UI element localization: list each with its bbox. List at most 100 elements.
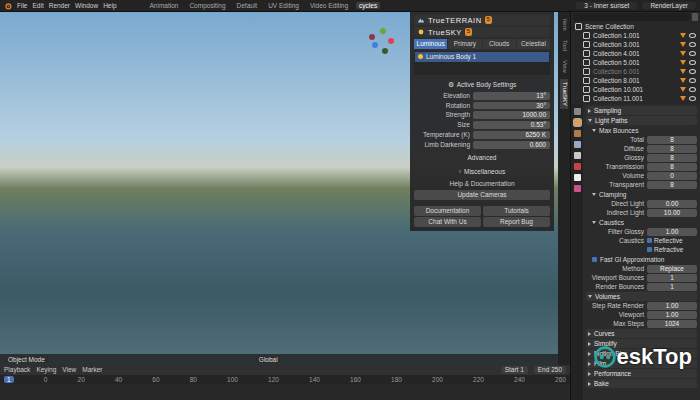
menu-item[interactable]: Window: [75, 2, 98, 10]
panel-header[interactable]: Curves: [586, 329, 697, 338]
number-input[interactable]: 1.00: [647, 311, 697, 319]
timeline-menu[interactable]: View: [62, 366, 76, 374]
number-input[interactable]: 1.00: [647, 228, 697, 236]
number-input[interactable]: 8: [647, 154, 697, 162]
render-preview[interactable]: Object ModeGlobalTrueTERRAIN5TrueSKY5Lum…: [0, 12, 558, 365]
number-input[interactable]: 8: [647, 136, 697, 144]
addon-tab[interactable]: Celestial: [517, 39, 550, 49]
workspace-tab[interactable]: Video Editing: [307, 2, 351, 10]
timeline-area[interactable]: [0, 384, 570, 400]
number-input[interactable]: 8: [647, 163, 697, 171]
number-input[interactable]: 8: [647, 145, 697, 153]
scene-selector[interactable]: 3 - Inner sunset: [576, 2, 637, 10]
checkbox[interactable]: [647, 247, 652, 252]
outliner-row[interactable]: Collection 1.001: [573, 31, 698, 40]
workspace-tab[interactable]: Default: [234, 2, 261, 10]
addon-tab[interactable]: Luminous: [414, 39, 447, 49]
workspace-tab[interactable]: Animation: [147, 2, 182, 10]
world-icon[interactable]: [574, 163, 581, 170]
menu-item[interactable]: File: [17, 2, 27, 10]
misc-header[interactable]: ›Miscellaneous: [414, 168, 550, 178]
menu-item[interactable]: Render: [49, 2, 70, 10]
subpanel-header[interactable]: Fast GI Approximation: [586, 255, 697, 264]
current-frame[interactable]: 1: [4, 376, 14, 384]
panel-header[interactable]: Performance: [586, 369, 697, 378]
panel-header[interactable]: Bake: [586, 379, 697, 388]
timeline-menu[interactable]: Marker: [82, 366, 102, 374]
setting-input[interactable]: 6250 K: [473, 131, 550, 139]
visibility-icon[interactable]: [689, 87, 696, 92]
outliner-row[interactable]: Collection 11.001: [573, 94, 698, 103]
outliner-row[interactable]: Collection 10.001: [573, 85, 698, 94]
advanced-toggle[interactable]: Advanced: [414, 153, 550, 163]
blender-logo-icon[interactable]: [4, 2, 12, 10]
number-input[interactable]: 0: [647, 172, 697, 180]
number-input[interactable]: 8: [647, 181, 697, 189]
sidebar-tab[interactable]: TrueSKY: [560, 79, 567, 109]
outliner-row[interactable]: Collection 5.001: [573, 58, 698, 67]
gizmo-axis[interactable]: [372, 42, 378, 48]
outliner-row[interactable]: Collection 3.001: [573, 40, 698, 49]
render-icon[interactable]: [574, 119, 581, 126]
timeline-menu[interactable]: Playback: [4, 366, 30, 374]
sidebar-tab[interactable]: Item: [560, 16, 567, 34]
setting-input[interactable]: 0.53°: [473, 121, 550, 129]
mode-selector[interactable]: Object Mode: [4, 356, 49, 364]
number-input[interactable]: 10.00: [647, 209, 697, 217]
collection-icon[interactable]: [574, 174, 581, 181]
viewport[interactable]: Object ModeGlobalTrueTERRAIN5TrueSKY5Lum…: [0, 12, 570, 365]
link-button[interactable]: Report Bug: [483, 217, 550, 227]
outliner-row[interactable]: Collection 8.001: [573, 76, 698, 85]
menu-item[interactable]: Help: [103, 2, 116, 10]
view-layer-icon[interactable]: [574, 141, 581, 148]
gizmo-axis[interactable]: [380, 28, 386, 34]
gizmo-axis[interactable]: [369, 34, 375, 40]
scene-icon[interactable]: [574, 152, 581, 159]
subpanel-header[interactable]: Clamping: [586, 190, 697, 199]
end-frame-field[interactable]: End 250: [534, 366, 566, 374]
subpanel-header[interactable]: Max Bounces: [586, 126, 697, 135]
sidebar-tab[interactable]: Tool: [560, 37, 567, 54]
visibility-icon[interactable]: [689, 51, 696, 56]
frame-ruler[interactable]: 1020406080100120140160180200220240260: [0, 375, 570, 384]
visibility-icon[interactable]: [689, 33, 696, 38]
output-icon[interactable]: [574, 130, 581, 137]
visibility-icon[interactable]: [689, 42, 696, 47]
sidebar-tab[interactable]: View: [560, 57, 567, 76]
subpanel-header[interactable]: Caustics: [586, 218, 697, 227]
start-frame-field[interactable]: Start 1: [501, 366, 528, 374]
navigation-gizmo[interactable]: [368, 28, 396, 56]
visibility-icon[interactable]: [689, 69, 696, 74]
addon-tab[interactable]: Primary: [448, 39, 481, 49]
menu-item[interactable]: Edit: [32, 2, 43, 10]
timeline-menu[interactable]: Keying: [36, 366, 56, 374]
checkbox[interactable]: [592, 257, 597, 262]
panel-header[interactable]: Sampling: [586, 106, 697, 115]
number-input[interactable]: 1024: [647, 320, 697, 328]
panel-header[interactable]: Light Paths: [586, 116, 697, 125]
outliner-row[interactable]: Collection 4.001: [573, 49, 698, 58]
elevation-input[interactable]: 13°: [473, 92, 550, 100]
orientation-selector[interactable]: Global: [255, 356, 282, 364]
update-cameras-button[interactable]: Update Cameras: [414, 190, 550, 200]
number-input[interactable]: 0.00: [647, 200, 697, 208]
outliner-row[interactable]: Collection 6.001: [573, 67, 698, 76]
section-header[interactable]: ⚙Active Body Settings: [414, 80, 550, 90]
number-input[interactable]: 1: [647, 283, 697, 291]
setting-input[interactable]: 1000.00: [473, 111, 550, 119]
visibility-icon[interactable]: [689, 78, 696, 83]
outliner-search[interactable]: [573, 13, 690, 21]
gizmo-axis[interactable]: [382, 48, 388, 54]
link-button[interactable]: Documentation: [414, 206, 481, 216]
setting-input[interactable]: 30°: [473, 102, 550, 110]
gizmo-axis[interactable]: [388, 38, 394, 44]
panel-header[interactable]: Volumes: [586, 292, 697, 301]
tool-icon[interactable]: [574, 108, 581, 115]
link-button[interactable]: Chat With Us: [414, 217, 481, 227]
outliner-row[interactable]: Scene Collection: [573, 22, 698, 31]
view-layer-selector[interactable]: RenderLayer: [642, 2, 696, 10]
addon-tab[interactable]: Clouds: [483, 39, 516, 49]
visibility-icon[interactable]: [689, 60, 696, 65]
workspace-tab[interactable]: cycles: [356, 2, 380, 10]
visibility-icon[interactable]: [689, 96, 696, 101]
